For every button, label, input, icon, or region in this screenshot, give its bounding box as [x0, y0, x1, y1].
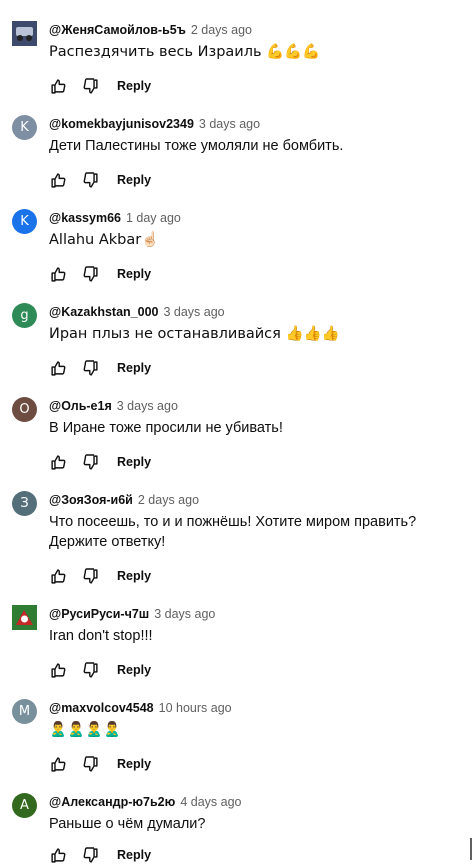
- comment-time[interactable]: 3 days ago: [117, 399, 178, 413]
- thumbs-up-icon: [50, 568, 65, 584]
- comment-author[interactable]: @kassym66: [49, 211, 121, 225]
- comment-time[interactable]: 3 days ago: [154, 607, 215, 621]
- thumbs-up-icon: [50, 360, 65, 376]
- dislike-button[interactable]: [81, 453, 99, 471]
- comment-time[interactable]: 2 days ago: [138, 493, 199, 507]
- avatar[interactable]: g: [12, 303, 37, 328]
- comment-author[interactable]: @ЗояЗоя-и6й: [49, 493, 133, 507]
- dislike-button[interactable]: [81, 171, 99, 189]
- avatar[interactable]: M: [12, 699, 37, 724]
- avatar-letter: M: [18, 704, 31, 719]
- comment-text: 🙎‍♂️🙎‍♂️🙎‍♂️🙎‍♂️: [49, 722, 122, 738]
- avatar-letter: K: [20, 120, 29, 135]
- avatar-letter: K: [20, 214, 29, 229]
- avatar-letter: З: [20, 496, 29, 511]
- thumbs-down-icon: [83, 77, 98, 94]
- comment-time[interactable]: 1 day ago: [126, 211, 181, 225]
- comment-time[interactable]: 4 days ago: [180, 795, 241, 809]
- thumbs-down-icon: [83, 359, 98, 376]
- reply-button[interactable]: Reply: [117, 361, 151, 375]
- like-button[interactable]: [49, 846, 67, 864]
- avatar[interactable]: [12, 605, 37, 630]
- comment-time[interactable]: 3 days ago: [163, 305, 224, 319]
- comment-time[interactable]: 3 days ago: [199, 117, 260, 131]
- thumbs-up-icon: [50, 78, 65, 94]
- comment-text: Раньше о чём думали?: [49, 816, 206, 832]
- like-button[interactable]: [49, 359, 67, 377]
- comment-time[interactable]: 10 hours ago: [159, 701, 232, 715]
- comment-author[interactable]: @maxvolcov4548: [49, 701, 154, 715]
- reply-button[interactable]: Reply: [117, 173, 151, 187]
- dislike-button[interactable]: [81, 359, 99, 377]
- avatar-photo-icon: [12, 21, 37, 46]
- avatar-letter: О: [19, 402, 30, 417]
- thumbs-up-icon: [50, 756, 65, 772]
- dislike-button[interactable]: [81, 846, 99, 864]
- avatar[interactable]: K: [12, 115, 37, 140]
- thumbs-down-icon: [83, 755, 98, 772]
- like-button[interactable]: [49, 265, 67, 283]
- comment-author[interactable]: @Александр-ю7ь2ю: [49, 795, 175, 809]
- comment-text: Что посеешь, то и и пожнёшь! Хотите миро…: [49, 514, 417, 550]
- dislike-button[interactable]: [81, 265, 99, 283]
- thumbs-down-icon: [83, 846, 98, 863]
- reply-button[interactable]: Reply: [117, 455, 151, 469]
- avatar[interactable]: K: [12, 209, 37, 234]
- reply-button[interactable]: Reply: [117, 663, 151, 677]
- dislike-button[interactable]: [81, 567, 99, 585]
- thumbs-up-icon: [50, 662, 65, 678]
- like-button[interactable]: [49, 171, 67, 189]
- reply-button[interactable]: Reply: [117, 569, 151, 583]
- comment-text: Iran don't stop!!!: [49, 628, 153, 644]
- thumbs-down-icon: [83, 567, 98, 584]
- reply-button[interactable]: Reply: [117, 757, 151, 771]
- reply-button[interactable]: Reply: [117, 79, 151, 93]
- thumbs-up-icon: [50, 266, 65, 282]
- like-button[interactable]: [49, 661, 67, 679]
- thumbs-up-icon: [50, 172, 65, 188]
- reply-button[interactable]: Reply: [117, 267, 151, 281]
- comment-time[interactable]: 2 days ago: [191, 23, 252, 37]
- thumbs-down-icon: [83, 171, 98, 188]
- comment-text: В Иране тоже просили не убивать!: [49, 420, 283, 436]
- dislike-button[interactable]: [81, 77, 99, 95]
- comment-author[interactable]: @РусиРуси-ч7ш: [49, 607, 149, 621]
- comment-author[interactable]: @Kazakhstan_000: [49, 305, 158, 319]
- thumbs-up-icon: [50, 847, 65, 863]
- like-button[interactable]: [49, 77, 67, 95]
- comment-text: Дети Палестины тоже умоляли не бомбить.: [49, 138, 344, 154]
- thumbs-down-icon: [83, 661, 98, 678]
- avatar-letter: g: [20, 308, 29, 323]
- comment-text: Allahu Akbar☝🏻: [49, 232, 160, 248]
- thumbs-down-icon: [83, 453, 98, 470]
- avatar[interactable]: З: [12, 491, 37, 516]
- avatar[interactable]: A: [12, 793, 37, 818]
- thumbs-down-icon: [83, 265, 98, 282]
- avatar-letter: A: [20, 798, 29, 813]
- comment-author[interactable]: @ЖеняСамойлов-ь5ъ: [49, 23, 186, 37]
- dislike-button[interactable]: [81, 661, 99, 679]
- dislike-button[interactable]: [81, 755, 99, 773]
- like-button[interactable]: [49, 567, 67, 585]
- avatar[interactable]: О: [12, 397, 37, 422]
- comment-text: Иран плыз не останавливайся 👍👍👍: [49, 326, 340, 342]
- avatar-photo-icon: [12, 605, 37, 630]
- thumbs-up-icon: [50, 454, 65, 470]
- comment-text: Распездячить весь Израиль 💪💪💪: [49, 44, 321, 60]
- comment-author[interactable]: @komekbayjunisov2349: [49, 117, 194, 131]
- like-button[interactable]: [49, 755, 67, 773]
- comment-author[interactable]: @Оль-е1я: [49, 399, 112, 413]
- like-button[interactable]: [49, 453, 67, 471]
- scrollbar-thumb[interactable]: [470, 838, 472, 860]
- avatar[interactable]: [12, 21, 37, 46]
